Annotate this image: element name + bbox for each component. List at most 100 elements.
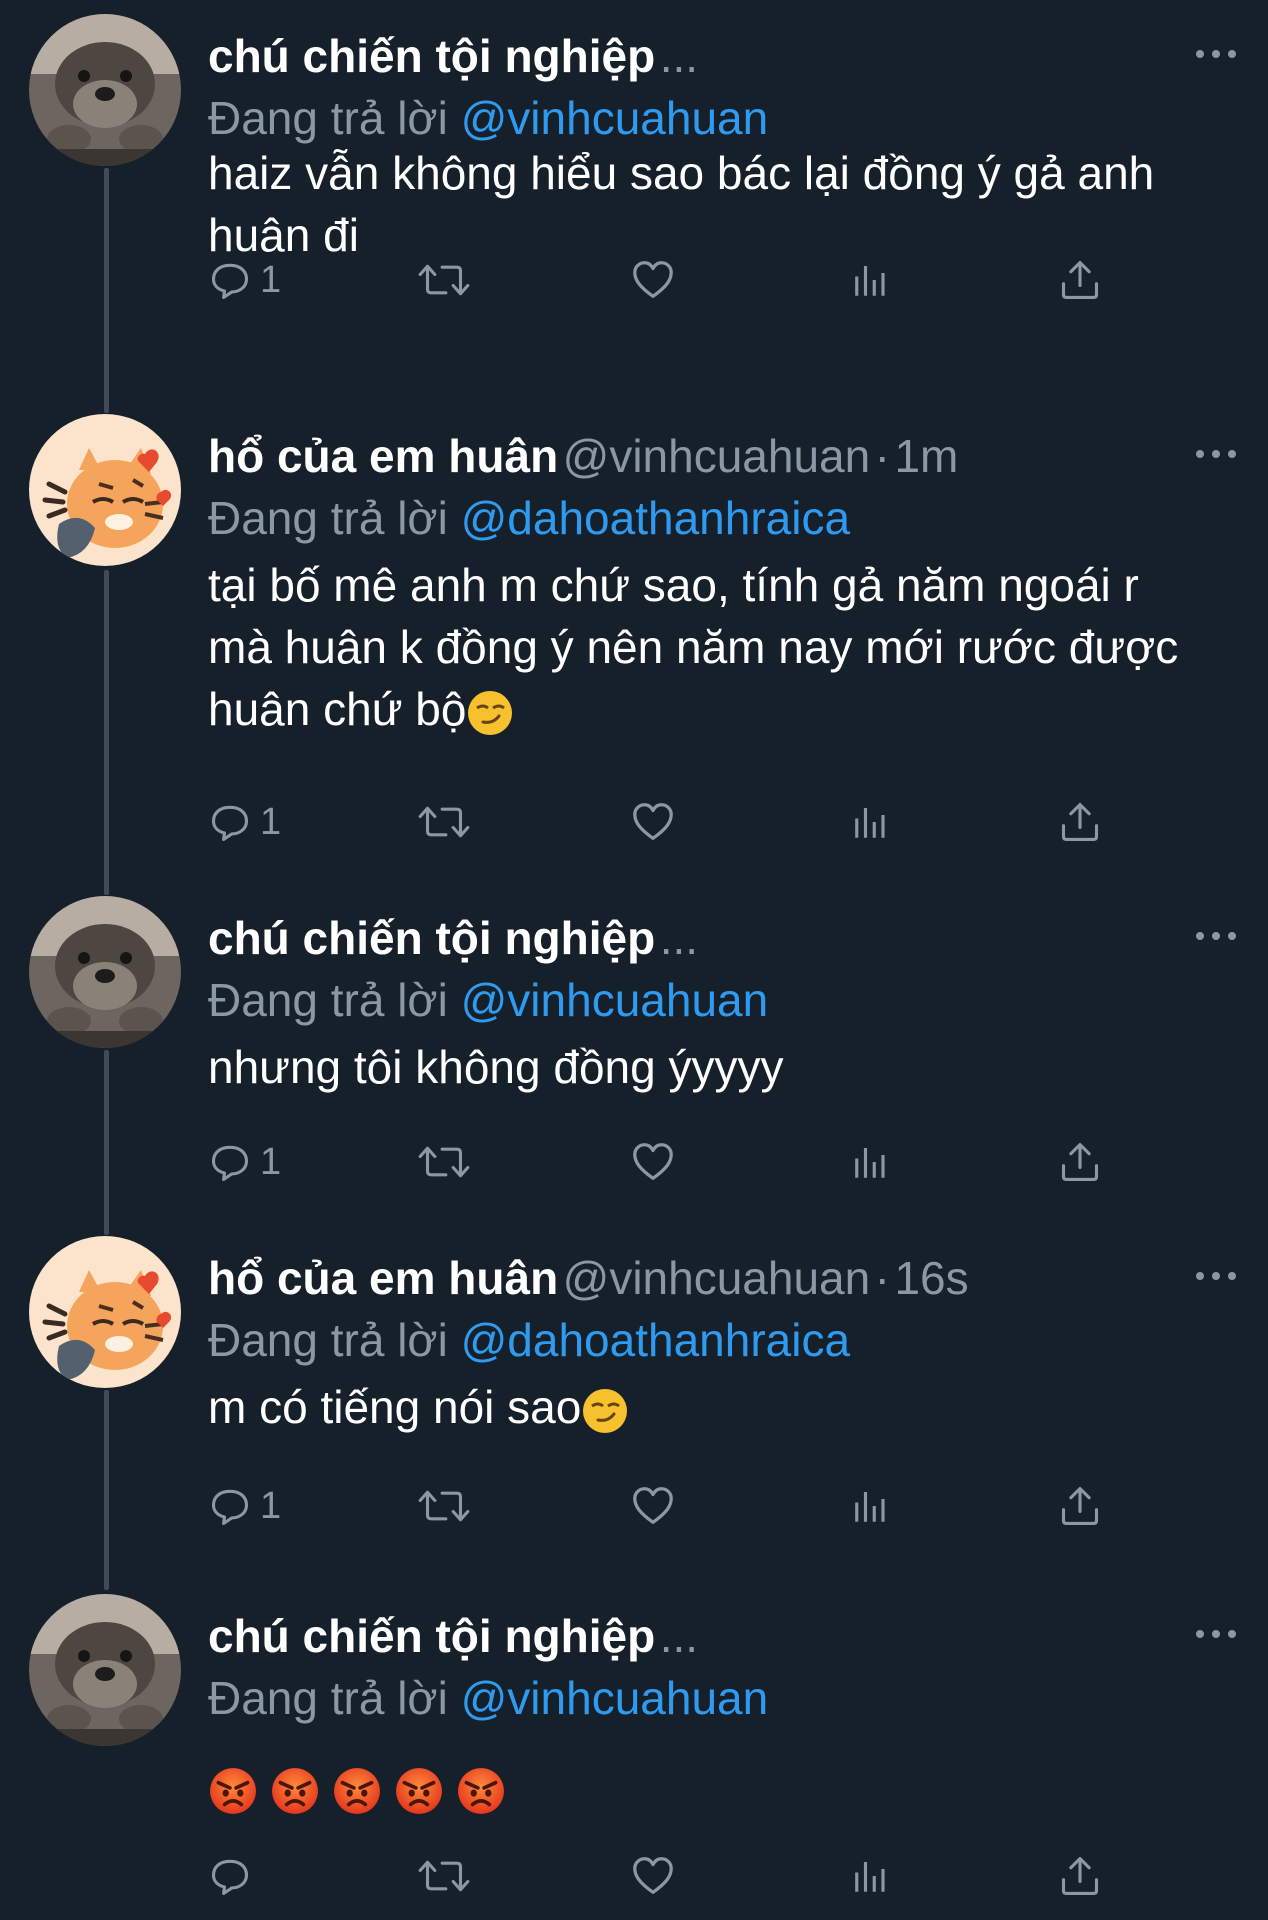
mention-link[interactable]: @vinhcuahuan [461,974,769,1026]
more-dots-icon[interactable] [1194,1264,1238,1288]
share-button[interactable] [1058,1846,1102,1906]
replying-to: Đang trả lời @vinhcuahuan [208,88,768,148]
timestamp[interactable]: 1m [894,430,958,482]
action-bar: 1 [208,1132,1108,1192]
reply-count: 1 [260,258,282,301]
retweet-button[interactable] [418,1476,470,1536]
reply-icon [208,1484,252,1528]
reply-button[interactable]: 1 [208,250,281,310]
share-icon [1058,800,1102,844]
tweet-header: chú chiến tội nghiệp ... [208,26,1208,86]
replying-label: Đang trả lời [208,492,448,544]
smirking-face-icon [581,1387,629,1435]
like-button[interactable] [630,1132,676,1192]
mention-link[interactable]: @vinhcuahuan [461,1672,769,1724]
share-button[interactable] [1058,792,1102,852]
display-name[interactable]: chú chiến tội nghiệp [208,912,655,964]
reply-button[interactable]: 1 [208,1476,281,1536]
action-bar: 1 [208,250,1108,310]
replying-to: Đang trả lời @vinhcuahuan [208,1668,768,1728]
otter-avatar-icon [29,896,181,1048]
action-bar-placeholder [208,650,1108,710]
thread-connector [104,168,109,413]
replying-label: Đang trả lời [208,1672,448,1724]
display-name[interactable]: hổ của em huân [208,1252,558,1304]
more-dots-icon[interactable] [1194,442,1238,466]
retweet-icon [418,1140,470,1184]
username[interactable]: @vinhcuahuan [563,1252,871,1304]
username[interactable]: @vinhcuahuan [563,430,871,482]
action-bar: 1 [208,1476,1108,1536]
name-truncation: ... [659,912,699,964]
tweet-text: m có tiếng nói sao [208,1376,1218,1438]
tweet-header: hổ của em huân @vinhcuahuan · 1m [208,426,1208,486]
retweet-button[interactable] [418,792,470,852]
reply-button[interactable]: 1 [208,792,281,852]
tweet-header: chú chiến tội nghiệp ... [208,908,1208,968]
share-icon [1058,1854,1102,1898]
retweet-button[interactable] [418,1846,470,1906]
analytics-button[interactable] [848,250,890,310]
analytics-button[interactable] [848,1132,890,1192]
more-dots-icon[interactable] [1194,924,1238,948]
analytics-icon [848,1484,890,1528]
more-dots-icon[interactable] [1194,42,1238,66]
like-button[interactable] [630,792,676,852]
avatar[interactable] [29,1594,181,1746]
reply-button[interactable] [208,1846,260,1906]
mention-link[interactable]: @dahoathanhraica [461,1314,850,1366]
display-name[interactable]: hổ của em huân [208,430,558,482]
avatar[interactable] [29,1236,181,1388]
replying-label: Đang trả lời [208,1314,448,1366]
share-button[interactable] [1058,1132,1102,1192]
share-icon [1058,1484,1102,1528]
reply-icon [208,1140,252,1184]
mention-link[interactable]: @vinhcuahuan [461,92,769,144]
reply-button[interactable]: 1 [208,1132,281,1192]
replying-label: Đang trả lời [208,974,448,1026]
timestamp[interactable]: 16s [894,1252,968,1304]
analytics-button[interactable] [848,1846,890,1906]
replying-label: Đang trả lời [208,92,448,144]
analytics-button[interactable] [848,1476,890,1536]
analytics-icon [848,258,890,302]
analytics-icon [848,1140,890,1184]
more-dots-icon[interactable] [1194,1622,1238,1646]
display-name[interactable]: chú chiến tội nghiệp [208,1610,655,1662]
angry-face-icon [332,1766,382,1816]
mention-link[interactable]: @dahoathanhraica [461,492,850,544]
like-button[interactable] [630,1846,676,1906]
tiger-cat-avatar-icon [29,414,181,566]
reply-icon [208,258,252,302]
replying-to: Đang trả lời @vinhcuahuan [208,970,768,1030]
avatar[interactable] [29,896,181,1048]
avatar[interactable] [29,414,181,566]
otter-avatar-icon [29,14,181,166]
retweet-button[interactable] [418,250,470,310]
tiger-cat-avatar-icon [29,1236,181,1388]
separator: · [874,1252,890,1304]
analytics-icon [848,1854,890,1898]
angry-face-icon [208,1766,258,1816]
tweet-header: chú chiến tội nghiệp ... [208,1606,1208,1666]
share-button[interactable] [1058,250,1102,310]
retweet-button[interactable] [418,1132,470,1192]
analytics-button[interactable] [848,792,890,852]
display-name[interactable]: chú chiến tội nghiệp [208,30,655,82]
action-bar [208,1846,1108,1906]
retweet-icon [418,800,470,844]
reply-count: 1 [260,1484,282,1527]
share-button[interactable] [1058,1476,1102,1536]
tweet-text [208,1756,1218,1816]
tweet-text-content: m có tiếng nói sao [208,1381,582,1433]
heart-icon [630,257,676,303]
like-button[interactable] [630,1476,676,1536]
like-button[interactable] [630,250,676,310]
tweet-text: tại bố mê anh m chứ sao, tính gả năm ngo… [208,554,1188,740]
tweet-text: nhưng tôi không đồng ýyyyy [208,1041,784,1093]
tweet-text: haiz vẫn không hiểu sao bác lại đồng ý g… [208,147,1155,261]
avatar[interactable] [29,14,181,166]
analytics-icon [848,800,890,844]
reply-icon [208,1854,252,1898]
angry-face-icon [456,1766,506,1816]
